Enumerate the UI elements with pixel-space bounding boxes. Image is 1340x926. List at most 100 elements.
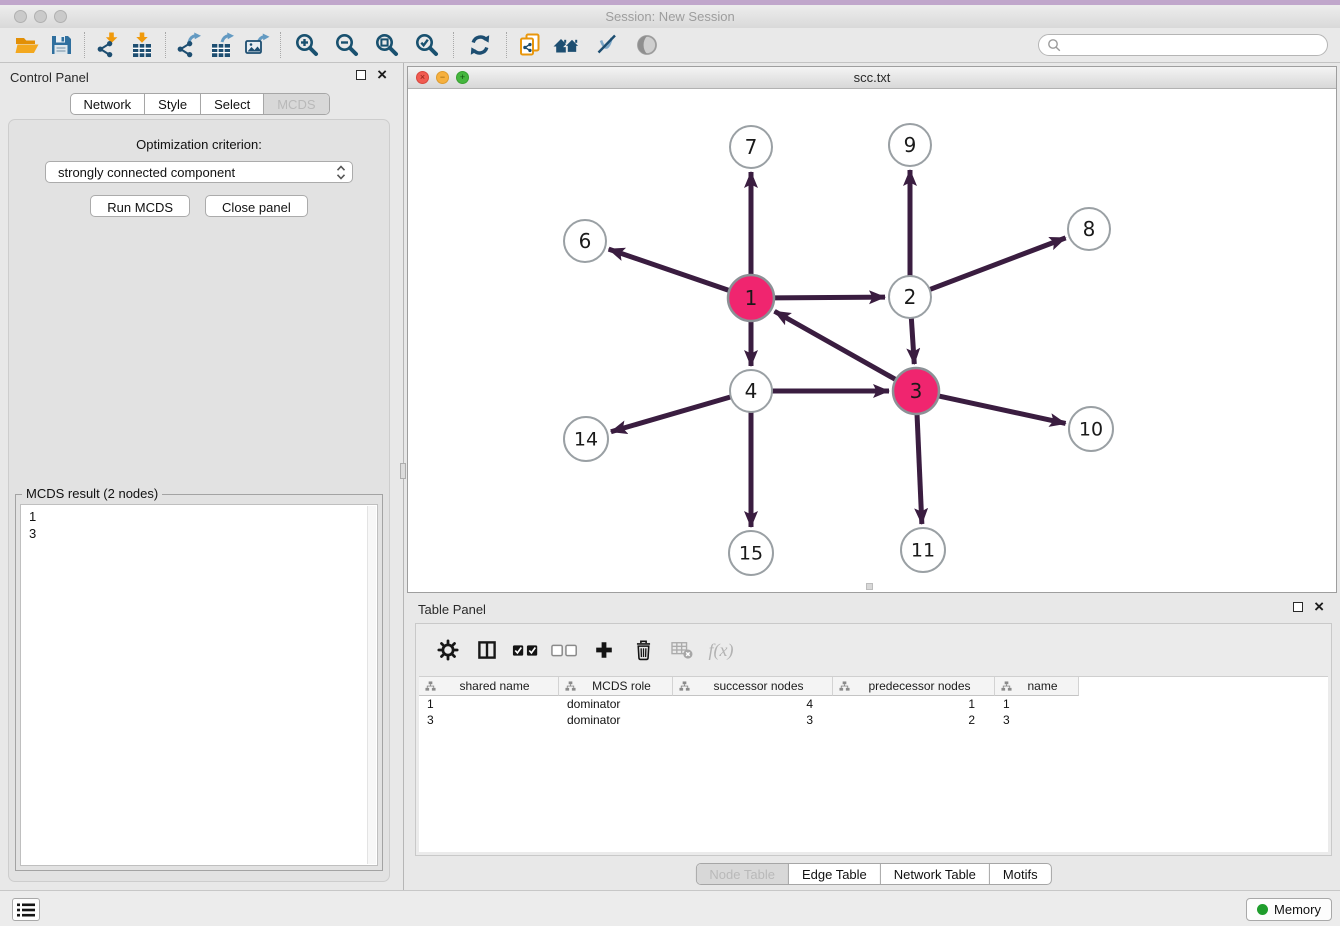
column-header-shared-name[interactable]: shared name xyxy=(419,677,559,696)
toolbar-separator xyxy=(165,32,166,58)
cell-predecessor-nodes[interactable]: 1 xyxy=(833,696,995,712)
graph-edge-1-6[interactable] xyxy=(609,249,730,290)
graph-node-2[interactable]: 2 xyxy=(889,276,931,318)
graph-node-8[interactable]: 8 xyxy=(1068,208,1110,250)
deselect-all-button[interactable] xyxy=(550,635,580,665)
mcds-result-textarea[interactable]: 13 xyxy=(20,504,378,866)
graph-node-4[interactable]: 4 xyxy=(730,370,772,412)
float-table-panel-icon[interactable] xyxy=(1293,602,1303,612)
search-field[interactable] xyxy=(1038,34,1328,56)
toolbar-separator xyxy=(506,32,507,58)
graph-node-3[interactable]: 3 xyxy=(893,368,939,414)
column-header-MCDS-role[interactable]: MCDS role xyxy=(559,677,673,696)
clone-network-button[interactable] xyxy=(513,30,547,60)
table-settings-button[interactable] xyxy=(433,635,463,665)
tab-network[interactable]: Network xyxy=(70,94,145,114)
home-button[interactable] xyxy=(547,30,587,60)
task-history-button[interactable] xyxy=(12,898,40,921)
zoom-out-button[interactable] xyxy=(327,30,367,60)
search-input[interactable] xyxy=(1066,38,1319,52)
export-image-button[interactable] xyxy=(240,30,274,60)
cell-name[interactable]: 1 xyxy=(995,696,1079,712)
mcds-result-group: MCDS result (2 nodes) 13 xyxy=(15,494,383,871)
cell-successor-nodes[interactable]: 4 xyxy=(673,696,833,712)
column-header-successor-nodes[interactable]: successor nodes xyxy=(673,677,833,696)
hide-details-button[interactable] xyxy=(587,30,627,60)
apply-layout-button[interactable] xyxy=(460,30,500,60)
clone-network-icon xyxy=(517,32,543,58)
graph-edge-1-2[interactable] xyxy=(774,297,885,298)
gear-icon xyxy=(437,639,459,661)
memory-button[interactable]: Memory xyxy=(1246,898,1332,921)
float-panel-icon[interactable] xyxy=(356,70,366,80)
close-panel-icon[interactable]: × xyxy=(377,70,387,80)
import-table-button[interactable] xyxy=(125,30,159,60)
node-table[interactable]: shared nameMCDS rolesuccessor nodesprede… xyxy=(419,676,1328,852)
graph-edge-2-3[interactable] xyxy=(911,318,914,364)
export-network-button[interactable] xyxy=(172,30,206,60)
cell-predecessor-nodes[interactable]: 2 xyxy=(833,712,995,728)
criterion-select[interactable]: strongly connected component xyxy=(45,161,353,183)
graph-edge-3-11[interactable] xyxy=(917,414,922,524)
cell-name[interactable]: 3 xyxy=(995,712,1079,728)
tab-select[interactable]: Select xyxy=(201,94,264,114)
export-table-button[interactable] xyxy=(206,30,240,60)
show-details-button[interactable] xyxy=(627,30,667,60)
column-header-predecessor-nodes[interactable]: predecessor nodes xyxy=(833,677,995,696)
run-mcds-button[interactable]: Run MCDS xyxy=(90,195,190,217)
import-network-button[interactable] xyxy=(91,30,125,60)
toolbar-separator xyxy=(453,32,454,58)
panel-splitter[interactable] xyxy=(399,63,407,890)
table-tabs: Node TableEdge TableNetwork TableMotifs xyxy=(695,863,1051,885)
graph-node-14[interactable]: 14 xyxy=(564,417,608,461)
graph-node-6[interactable]: 6 xyxy=(564,220,606,262)
close-table-panel-icon[interactable]: × xyxy=(1314,602,1324,612)
table-panel: Table Panel × xyxy=(407,595,1340,888)
delete-column-button[interactable] xyxy=(628,635,658,665)
graph-node-11[interactable]: 11 xyxy=(901,528,945,572)
cell-shared-name[interactable]: 3 xyxy=(419,712,559,728)
cell-successor-nodes[interactable]: 3 xyxy=(673,712,833,728)
graph-node-7[interactable]: 7 xyxy=(730,126,772,168)
table-row[interactable]: 1dominator411 xyxy=(419,696,1328,712)
network-window-titlebar[interactable]: × − + scc.txt xyxy=(408,67,1336,89)
tab-edge-table[interactable]: Edge Table xyxy=(789,864,881,884)
node-label: 6 xyxy=(579,229,592,253)
splitter-grip[interactable] xyxy=(400,463,406,479)
show-column-button[interactable] xyxy=(472,635,502,665)
zoom-fit-button[interactable] xyxy=(367,30,407,60)
tab-node-table[interactable]: Node Table xyxy=(696,864,789,884)
graph-node-1[interactable]: 1 xyxy=(728,275,774,321)
zoom-in-button[interactable] xyxy=(287,30,327,60)
column-header-name[interactable]: name xyxy=(995,677,1079,696)
titlebar: Session: New Session xyxy=(0,5,1340,28)
table-row[interactable]: 3dominator323 xyxy=(419,712,1328,728)
tab-motifs[interactable]: Motifs xyxy=(990,864,1051,884)
column-type-icon xyxy=(1001,681,1012,692)
graph-edge-3-1[interactable] xyxy=(775,311,896,379)
canvas-grip[interactable] xyxy=(866,583,873,590)
floppy-disk-icon xyxy=(49,33,73,57)
cell-shared-name[interactable]: 1 xyxy=(419,696,559,712)
select-all-button[interactable] xyxy=(511,635,541,665)
open-session-button[interactable] xyxy=(10,30,44,60)
graph-edge-3-10[interactable] xyxy=(938,396,1065,424)
tab-mcds[interactable]: MCDS xyxy=(264,94,328,114)
graph-edge-2-8[interactable] xyxy=(930,238,1066,290)
network-canvas[interactable]: 1 2 3 4 6 7 8 9 10 11 14 15 xyxy=(408,89,1336,592)
save-session-button[interactable] xyxy=(44,30,78,60)
graph-node-15[interactable]: 15 xyxy=(729,531,773,575)
cell-MCDS-role[interactable]: dominator xyxy=(559,712,673,728)
graph-node-10[interactable]: 10 xyxy=(1069,407,1113,451)
column-label: shared name xyxy=(439,679,558,693)
close-panel-button[interactable]: Close panel xyxy=(205,195,308,217)
create-column-button[interactable] xyxy=(589,635,619,665)
graph-node-9[interactable]: 9 xyxy=(889,124,931,166)
column-type-icon xyxy=(565,681,576,692)
result-scrollbar[interactable] xyxy=(367,506,376,864)
graph-edge-4-14[interactable] xyxy=(611,397,731,432)
tab-style[interactable]: Style xyxy=(145,94,201,114)
cell-MCDS-role[interactable]: dominator xyxy=(559,696,673,712)
zoom-selected-button[interactable] xyxy=(407,30,447,60)
tab-network-table[interactable]: Network Table xyxy=(881,864,990,884)
